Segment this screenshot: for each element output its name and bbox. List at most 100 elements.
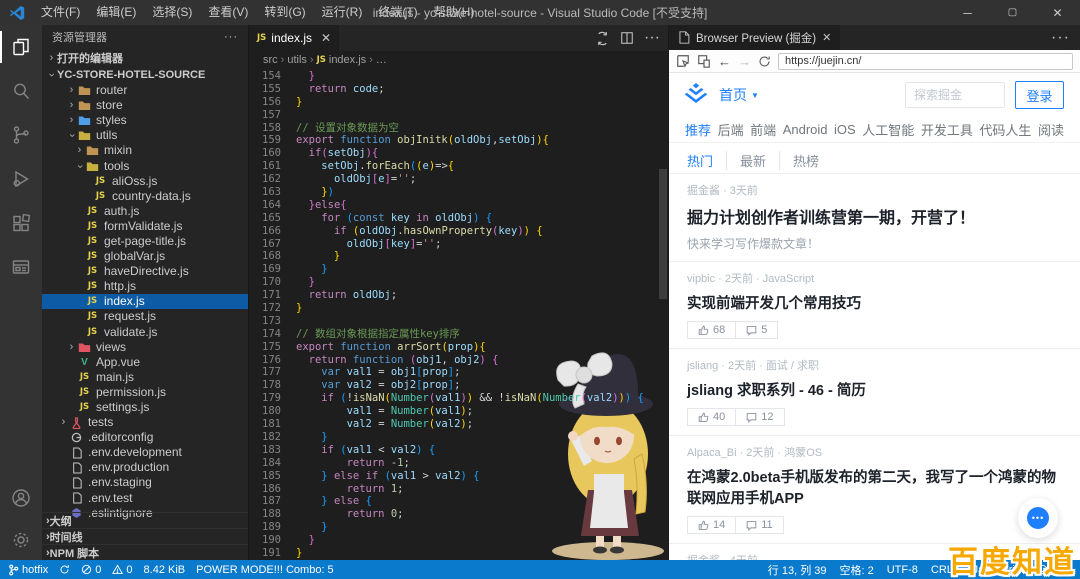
split-editor-icon[interactable]	[620, 31, 634, 45]
juejin-search-input[interactable]	[905, 82, 1005, 108]
code-area[interactable]: 154 } 155 return code; 156} 157 158// 设置对象数据…	[249, 69, 668, 560]
juejin-nav-5[interactable]: 人工智能	[862, 120, 914, 139]
juejin-nav-1[interactable]: 后端	[718, 120, 744, 139]
menu-item-0[interactable]: 文件(F)	[33, 0, 88, 25]
like-button[interactable]: 14	[687, 516, 737, 534]
tree-item-router[interactable]: › router	[42, 83, 248, 98]
tree-item-mixin[interactable]: › mixin	[42, 143, 248, 158]
tree-item-http.js[interactable]: JS http.js	[42, 279, 248, 294]
sidebar-section-2[interactable]: › NPM 脚本	[42, 544, 248, 560]
status-item-branch-0[interactable]: hotfix	[8, 564, 48, 576]
sidebar-section-1[interactable]: › 时间线	[42, 528, 248, 544]
status-right-item-1[interactable]: 空格: 2	[840, 562, 874, 578]
article-title[interactable]: 实现前端开发几个常用技巧	[687, 292, 1062, 313]
breadcrumb-item-1[interactable]: utils	[287, 54, 307, 66]
breadcrumb-item-3[interactable]: …	[376, 54, 387, 66]
menu-item-4[interactable]: 转到(G)	[256, 0, 313, 25]
comment-button[interactable]: 12	[736, 408, 785, 426]
status-item-label-4[interactable]: 8.42 KiB	[144, 564, 186, 576]
tree-item-index.js[interactable]: JS index.js	[42, 294, 248, 310]
account-icon[interactable]	[0, 476, 42, 520]
breadcrumb-item-2[interactable]: index.js	[329, 54, 366, 66]
juejin-home-menu[interactable]: 首页 ▼	[719, 85, 759, 105]
juejin-feed-tab-2[interactable]: 热榜	[779, 151, 832, 170]
menu-item-7[interactable]: 帮助(H)	[426, 0, 483, 25]
tree-item-aliOss.js[interactable]: JS aliOss.js	[42, 174, 248, 189]
tree-item-tools[interactable]: › tools	[42, 158, 248, 173]
like-button[interactable]: 40	[687, 408, 737, 426]
juejin-logo-icon[interactable]	[683, 83, 709, 107]
article-title[interactable]: 在鸿蒙2.0beta手机版发布的第二天，我写了一个鸿蒙的物联网应用手机APP	[687, 466, 1062, 508]
project-root-row[interactable]: › YC-STORE-HOTEL-SOURCE	[42, 66, 248, 83]
tree-item-globalVar.js[interactable]: JS globalVar.js	[42, 249, 248, 264]
minimize-button[interactable]: ─	[945, 0, 990, 25]
preview-tab-close-icon[interactable]: ✕	[822, 31, 831, 44]
like-button[interactable]: 68	[687, 321, 737, 339]
comment-button[interactable]: 5	[736, 321, 779, 339]
settings-gear-icon[interactable]	[0, 520, 42, 560]
juejin-feed-tab-0[interactable]: 热门	[687, 151, 726, 170]
tree-item-request.js[interactable]: JS request.js	[42, 309, 248, 324]
tree-item-utils[interactable]: › utils	[42, 128, 248, 143]
tree-item-.env.test[interactable]: .env.test	[42, 491, 248, 506]
tree-item-country-data.js[interactable]: JS country-data.js	[42, 189, 248, 204]
explorer-more-actions[interactable]: ···	[224, 31, 238, 43]
tree-item-validate.js[interactable]: JS validate.js	[42, 325, 248, 340]
tree-item-get-page-title.js[interactable]: JS get-page-title.js	[42, 234, 248, 249]
breadcrumb[interactable]: src › utils › JS index.js ›…	[249, 51, 668, 69]
tree-item-store[interactable]: › store	[42, 98, 248, 113]
menu-item-5[interactable]: 运行(R)	[314, 0, 371, 25]
browser-preview-icon[interactable]	[0, 245, 42, 289]
tree-item-main.js[interactable]: JS main.js	[42, 370, 248, 385]
reload-icon[interactable]	[758, 55, 771, 68]
article-title[interactable]: 掘力计划创作者训练营第一期，开营了！	[687, 204, 1062, 228]
tree-item-auth.js[interactable]: JS auth.js	[42, 204, 248, 219]
status-right-item-2[interactable]: UTF-8	[887, 564, 918, 576]
forward-icon[interactable]: →	[738, 55, 751, 68]
tree-item-styles[interactable]: › styles	[42, 113, 248, 128]
article-title[interactable]: jsliang 求职系列 - 46 - 简历	[687, 379, 1062, 400]
menu-item-1[interactable]: 编辑(E)	[88, 0, 144, 25]
status-item-label-5[interactable]: POWER MODE!!! Combo: 5	[196, 564, 334, 576]
status-item-sync-1[interactable]	[59, 564, 70, 575]
status-item-warning-3[interactable]: 0	[112, 564, 133, 576]
breadcrumb-item-0[interactable]: src	[263, 54, 278, 66]
tab-close-icon[interactable]: ✕	[321, 31, 331, 45]
maximize-button[interactable]: ▢	[990, 0, 1035, 25]
inspect-element-icon[interactable]	[676, 54, 690, 68]
close-button[interactable]: ✕	[1035, 0, 1080, 25]
tree-item-views[interactable]: › views	[42, 340, 248, 355]
editor-scrollbar[interactable]	[659, 169, 667, 299]
open-editors-section[interactable]: › 打开的编辑器	[42, 49, 248, 66]
menu-item-3[interactable]: 查看(V)	[200, 0, 256, 25]
search-icon[interactable]	[0, 69, 42, 113]
tree-item-permission.js[interactable]: JS permission.js	[42, 385, 248, 400]
juejin-feed-tab-1[interactable]: 最新	[726, 151, 779, 170]
source-control-icon[interactable]	[0, 113, 42, 157]
tree-item-tests[interactable]: › tests	[42, 415, 248, 430]
explorer-icon[interactable]	[0, 25, 42, 69]
juejin-login-button[interactable]: 登录	[1015, 81, 1064, 109]
tree-item-.env.production[interactable]: .env.production	[42, 460, 248, 475]
tree-item-.editorconfig[interactable]: .editorconfig	[42, 430, 248, 445]
extensions-icon[interactable]	[0, 201, 42, 245]
juejin-nav-3[interactable]: Android	[783, 122, 828, 137]
status-item-error-2[interactable]: 0	[81, 564, 101, 576]
tree-item-settings.js[interactable]: JS settings.js	[42, 400, 248, 415]
tab-index-js[interactable]: JS index.js ✕	[249, 25, 340, 51]
juejin-nav-0[interactable]: 推荐	[685, 120, 711, 139]
sidebar-section-0[interactable]: › 大纲	[42, 512, 248, 528]
comment-button[interactable]: 11	[736, 516, 784, 534]
back-icon[interactable]: ←	[718, 55, 731, 68]
article-3[interactable]: Alpaca_Bi · 2天前 · 鸿蒙OS 在鸿蒙2.0beta手机版发布的第二…	[669, 436, 1080, 544]
url-input[interactable]	[778, 52, 1073, 70]
menu-item-6[interactable]: 终端(T)	[370, 0, 425, 25]
juejin-nav-4[interactable]: iOS	[834, 122, 856, 137]
tree-item-App.vue[interactable]: V App.vue	[42, 355, 248, 370]
status-right-item-0[interactable]: 行 13, 列 39	[768, 562, 827, 578]
article-1[interactable]: vipbic · 2天前 · JavaScript 实现前端开发几个常用技巧 68 5	[669, 262, 1080, 349]
device-toggle-icon[interactable]	[697, 54, 711, 68]
preview-more-actions[interactable]: ···	[1051, 29, 1080, 47]
tree-item-formValidate.js[interactable]: JS formValidate.js	[42, 219, 248, 234]
more-actions-icon[interactable]: ···	[644, 29, 660, 47]
